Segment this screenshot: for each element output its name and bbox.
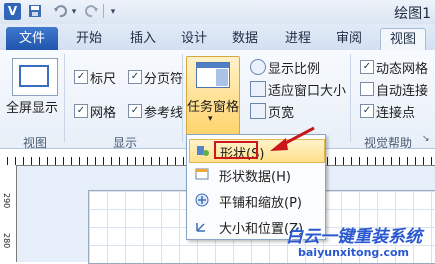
tab-design[interactable]: 设计 bbox=[177, 28, 211, 50]
pan-zoom-icon bbox=[195, 193, 209, 207]
group-divider bbox=[182, 54, 183, 142]
highlight-box bbox=[214, 141, 258, 159]
grid-checkbox[interactable]: ✓ bbox=[74, 104, 88, 118]
fullscreen-button-label[interactable]: 全屏显示 bbox=[6, 97, 58, 116]
dynamic-grid-label: 动态网格 bbox=[376, 62, 429, 77]
customize-toolbar-icon[interactable]: ▾ bbox=[108, 4, 118, 20]
menu-item-pan-zoom[interactable]: 平铺和缩放(P) bbox=[189, 189, 323, 211]
group-divider bbox=[64, 54, 65, 142]
tab-home[interactable]: 开始 bbox=[72, 28, 106, 50]
window-title: 绘图1 bbox=[394, 6, 431, 22]
menu-item-label: 平铺和缩放(P) bbox=[219, 196, 302, 211]
connection-points-checkbox[interactable]: ✓ bbox=[360, 104, 374, 118]
autoconnect-checkbox[interactable] bbox=[360, 82, 374, 96]
menu-item-label: 形状数据(H) bbox=[219, 170, 291, 185]
page-breaks-checkbox[interactable]: ✓ bbox=[128, 70, 142, 84]
chevron-down-icon: ▾ bbox=[208, 114, 213, 124]
title-bar: V ▾ ▾ 绘图1 bbox=[0, 0, 435, 25]
watermark-url: baiyunxitong.com bbox=[298, 246, 410, 259]
tab-data[interactable]: 数据 bbox=[228, 28, 262, 50]
zoom-button[interactable]: 显示比例 bbox=[268, 58, 320, 77]
ruler-checkbox[interactable]: ✓ bbox=[74, 70, 88, 84]
shapes-icon bbox=[196, 144, 210, 158]
tab-insert[interactable]: 插入 bbox=[126, 28, 160, 50]
qa-divider bbox=[103, 4, 104, 18]
fit-to-window-icon bbox=[250, 81, 266, 97]
dialog-launcher-icon[interactable]: ↘ bbox=[422, 134, 430, 144]
undo-dropdown-icon[interactable]: ▾ bbox=[70, 4, 78, 20]
grid-label: 网格 bbox=[90, 106, 117, 121]
zoom-icon bbox=[250, 59, 266, 75]
guides-checkbox[interactable]: ✓ bbox=[128, 104, 142, 118]
ribbon-tab-bar: 文件 开始 插入 设计 数据 进程 审阅 视图 bbox=[0, 24, 435, 52]
visio-app-icon: V bbox=[4, 3, 21, 20]
group-divider bbox=[350, 54, 351, 142]
tab-process[interactable]: 进程 bbox=[281, 28, 315, 50]
tab-review[interactable]: 审阅 bbox=[332, 28, 366, 50]
vertical-ruler[interactable]: 290 280 bbox=[0, 165, 17, 262]
ruler-mark: 290 bbox=[2, 193, 11, 209]
save-icon[interactable] bbox=[27, 4, 43, 20]
autoconnect-label: 自动连接 bbox=[376, 84, 429, 99]
size-position-icon bbox=[195, 219, 209, 233]
watermark-text: 白云一键重装系统 bbox=[286, 227, 422, 247]
guides-label: 参考线 bbox=[144, 106, 184, 121]
task-panes-label: 任务窗格 bbox=[187, 100, 240, 115]
tab-view[interactable]: 视图 bbox=[380, 28, 426, 52]
menu-item-shape-data[interactable]: 形状数据(H) bbox=[189, 163, 323, 185]
redo-icon[interactable] bbox=[84, 4, 100, 20]
ruler-mark: 280 bbox=[2, 233, 11, 249]
undo-icon[interactable] bbox=[52, 4, 68, 20]
page-width-icon bbox=[250, 103, 266, 119]
connection-points-label: 连接点 bbox=[376, 106, 416, 121]
task-panes-icon bbox=[196, 62, 230, 88]
annotation-arrow-icon bbox=[270, 126, 315, 151]
fullscreen-icon[interactable] bbox=[12, 58, 58, 96]
page-width-button[interactable]: 页宽 bbox=[268, 102, 294, 121]
fit-to-window-button[interactable]: 适应窗口大小 bbox=[268, 80, 346, 99]
shape-data-icon bbox=[195, 167, 209, 181]
ruler-label: 标尺 bbox=[90, 72, 117, 87]
dynamic-grid-checkbox[interactable]: ✓ bbox=[360, 60, 374, 74]
tab-file[interactable]: 文件 bbox=[6, 27, 58, 50]
page-breaks-label: 分页符 bbox=[144, 72, 184, 87]
